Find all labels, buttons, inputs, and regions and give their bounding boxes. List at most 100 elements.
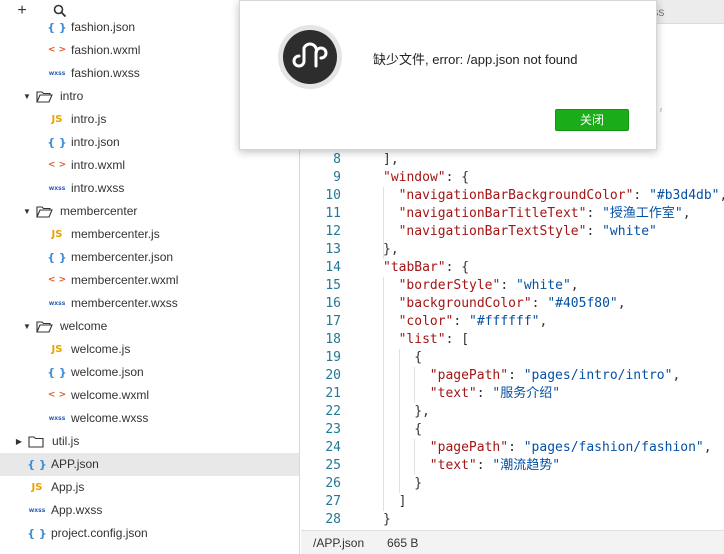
file-label: welcome.json [71,365,144,379]
code-line: "text": "潮流趋势" [430,457,560,475]
json-punctuation: }, [383,242,399,257]
js-file-icon: JS [51,114,63,125]
js-file-icon: JS [31,482,43,493]
line-number: 17 [325,314,341,329]
status-file-size: 665 B [387,536,419,550]
wxss-file-icon: wxss [48,185,66,192]
json-punctuation: : [476,386,493,401]
json-string: "#ffffff" [469,314,540,329]
file-item[interactable]: wxss intro.wxss [0,177,299,200]
wxml-file-icon: < > [47,160,67,170]
code-line: ], [383,151,399,169]
file-item[interactable]: { } membercenter.json [0,246,299,269]
close-button[interactable]: 关闭 [555,109,629,131]
line-number: 26 [325,476,341,491]
file-label: project.config.json [51,526,148,540]
indent-guide [399,349,400,493]
json-punctuation: , [617,296,626,311]
folder-label: welcome [60,319,108,333]
folder-item[interactable]: ▶ util.js [0,430,299,453]
line-number: 23 [325,422,341,437]
json-punctuation: ], [383,152,399,167]
file-item[interactable]: { } project.config.json [0,522,299,545]
json-punctuation: : { [445,260,470,275]
json-punctuation: : [476,458,493,473]
caret-down-icon[interactable]: ▼ [22,315,32,338]
json-key: "navigationBarTitleText" [398,206,587,221]
json-punctuation: , [682,206,691,221]
file-label: membercenter.wxml [71,273,179,287]
file-item[interactable]: { } welcome.json [0,361,299,384]
file-label: intro.json [71,135,120,149]
json-punctuation: : [ [445,332,470,347]
file-item[interactable]: wxss welcome.wxss [0,407,299,430]
line-number: 18 [325,332,341,347]
json-key: "window" [383,170,446,185]
line-number: 14 [325,260,341,275]
code-line: "tabBar": { [383,259,469,277]
caret-down-icon[interactable]: ▼ [22,200,32,223]
code-line: }, [414,403,430,421]
line-number: 16 [325,296,341,311]
folder-label: util.js [52,434,80,448]
indent-guide [414,367,415,403]
json-string: "#405f80" [547,296,618,311]
json-string: "pages/fashion/fashion" [523,440,704,455]
wxss-file-icon: wxss [48,415,66,422]
json-key: "tabBar" [383,260,446,275]
code-line: "backgroundColor": "#405f80", [399,295,626,313]
file-item[interactable]: JS membercenter.js [0,223,299,246]
code-line: ] [399,493,407,511]
wxml-file-icon: < > [47,390,67,400]
json-punctuation: }, [414,404,430,419]
file-label: intro.wxss [71,181,125,195]
json-file-icon: { } [47,21,67,34]
file-item[interactable]: < > membercenter.wxml [0,269,299,292]
folder-open-icon [34,315,54,338]
line-number: 24 [325,440,341,455]
json-punctuation: : [633,188,650,203]
code-line: "navigationBarBackgroundColor": "#b3d4db… [399,187,724,205]
file-item[interactable]: JS welcome.js [0,338,299,361]
wxss-file-icon: wxss [28,507,46,514]
json-file-icon: { } [47,136,67,149]
json-punctuation: : [508,440,524,455]
indent-guide [383,277,384,511]
file-item[interactable]: { } APP.json [0,453,299,476]
file-label: welcome.wxss [71,411,149,425]
file-label: APP.json [51,457,99,471]
json-punctuation: , [720,188,724,203]
code-line: "color": "#ffffff", [399,313,548,331]
caret-right-icon[interactable]: ▶ [14,430,24,453]
json-key: "navigationBarBackgroundColor" [398,188,634,203]
code-line: { [414,349,422,367]
json-file-icon: { } [27,527,47,540]
folder-item[interactable]: ▼ membercenter [0,200,299,223]
file-item[interactable]: JS App.js [0,476,299,499]
json-punctuation: : [586,224,603,239]
json-punctuation: , [672,368,681,383]
folder-item[interactable]: ▼ welcome [0,315,299,338]
json-punctuation: { [414,350,423,365]
wxss-file-icon: wxss [48,300,66,307]
status-bar: /APP.json 665 B [301,530,724,554]
folder-open-icon [34,200,54,223]
json-key: "color" [398,314,454,329]
caret-down-icon[interactable]: ▼ [22,85,32,108]
error-message: 缺少文件, error: /app.json not found [373,52,578,67]
file-label: intro.wxml [71,158,126,172]
json-punctuation: : [586,206,603,221]
json-key: "text" [429,386,477,401]
file-item[interactable]: wxss App.wxss [0,499,299,522]
indent-guide [383,187,384,259]
folder-icon [26,430,46,453]
line-number: 25 [325,458,341,473]
file-item[interactable]: < > intro.wxml [0,154,299,177]
line-number: 19 [325,350,341,365]
file-item[interactable]: < > welcome.wxml [0,384,299,407]
folder-label: intro [60,89,84,103]
line-number: 9 [333,170,341,185]
json-key: "list" [398,332,446,347]
wxss-file-icon: wxss [48,70,66,77]
file-item[interactable]: wxss membercenter.wxss [0,292,299,315]
